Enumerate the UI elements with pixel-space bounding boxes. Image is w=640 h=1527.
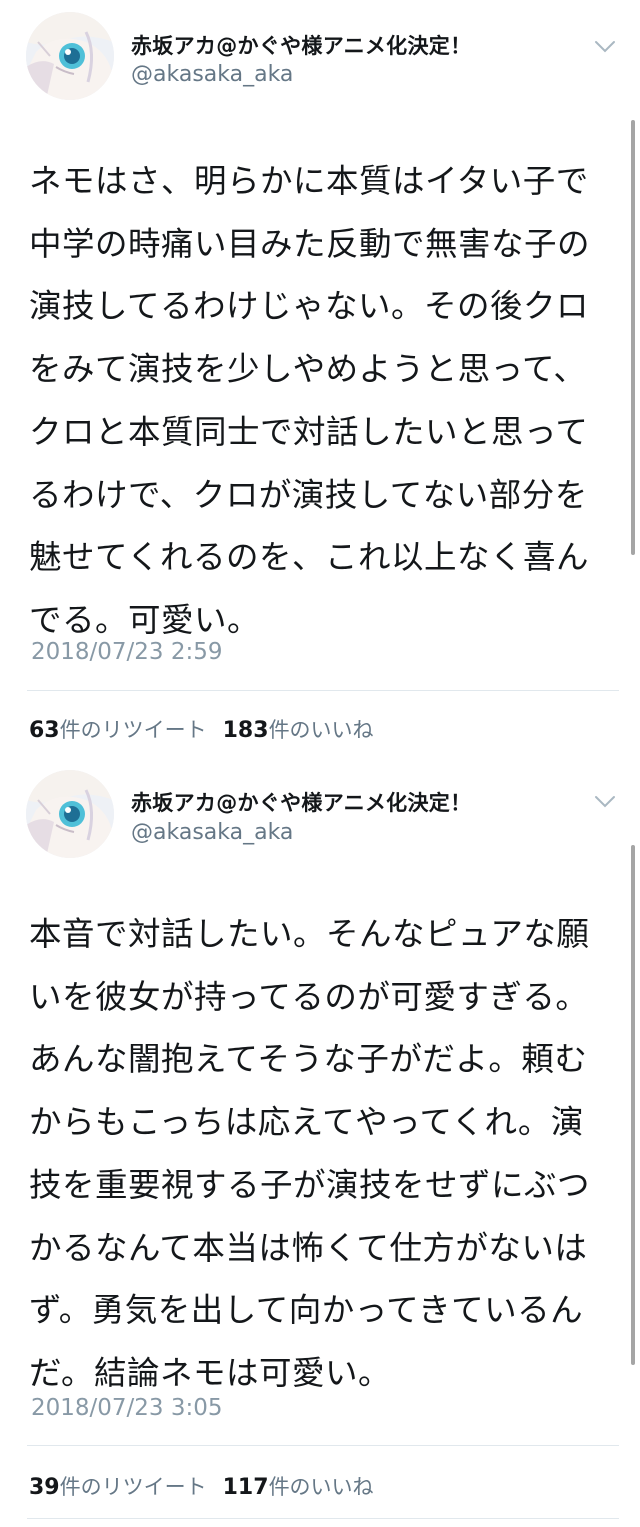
avatar[interactable] [26, 12, 114, 100]
retweet-number: 39 [29, 1475, 60, 1500]
chevron-down-icon[interactable] [594, 40, 616, 54]
like-label: 件のいいね [268, 1475, 374, 1499]
retweet-number: 63 [29, 718, 60, 743]
chevron-down-icon[interactable] [594, 795, 616, 809]
display-name[interactable]: 赤坂アカ@かぐや様アニメ化決定！ [131, 30, 471, 60]
retweet-count[interactable]: 39件のリツイート [29, 1475, 207, 1500]
display-name[interactable]: 赤坂アカ@かぐや様アニメ化決定！ [131, 787, 471, 817]
timestamp[interactable]: 2018/07/23 2:59 [31, 639, 223, 665]
timestamp[interactable]: 2018/07/23 3:05 [31, 1395, 223, 1421]
like-count[interactable]: 117件のいいね [222, 1475, 374, 1500]
tweet-1: 赤坂アカ@かぐや様アニメ化決定！ @akasaka_aka ネモはさ、明らかに本… [0, 0, 640, 755]
tweet-text: 本音で対話したい。そんなピュアな願いを彼女が持ってるのが可愛すぎる。あんな闇抱え… [29, 915, 591, 1392]
tweet-2: 赤坂アカ@かぐや様アニメ化決定！ @akasaka_aka 本音で対話したい。そ… [0, 755, 640, 1527]
retweet-count[interactable]: 63件のリツイート [29, 718, 207, 743]
divider [27, 690, 619, 691]
tweet-stats: 63件のリツイート 183件のいいね [29, 714, 374, 744]
retweet-label: 件のリツイート [59, 718, 207, 742]
user-handle[interactable]: @akasaka_aka [131, 62, 293, 87]
like-number: 117 [222, 1475, 269, 1500]
tweet-stats: 39件のリツイート 117件のいいね [29, 1471, 374, 1501]
like-count[interactable]: 183件のいいね [222, 718, 374, 743]
user-handle[interactable]: @akasaka_aka [131, 820, 293, 845]
divider [27, 1445, 619, 1446]
avatar[interactable] [26, 770, 114, 858]
scrollbar[interactable] [631, 845, 635, 1365]
like-number: 183 [222, 718, 269, 743]
divider [27, 1518, 619, 1519]
retweet-label: 件のリツイート [59, 1475, 207, 1499]
like-label: 件のいいね [268, 718, 374, 742]
tweet-text: ネモはさ、明らかに本質はイタい子で中学の時痛い目みた反動で無害な子の演技してるわ… [29, 162, 591, 639]
scrollbar[interactable] [631, 120, 635, 555]
